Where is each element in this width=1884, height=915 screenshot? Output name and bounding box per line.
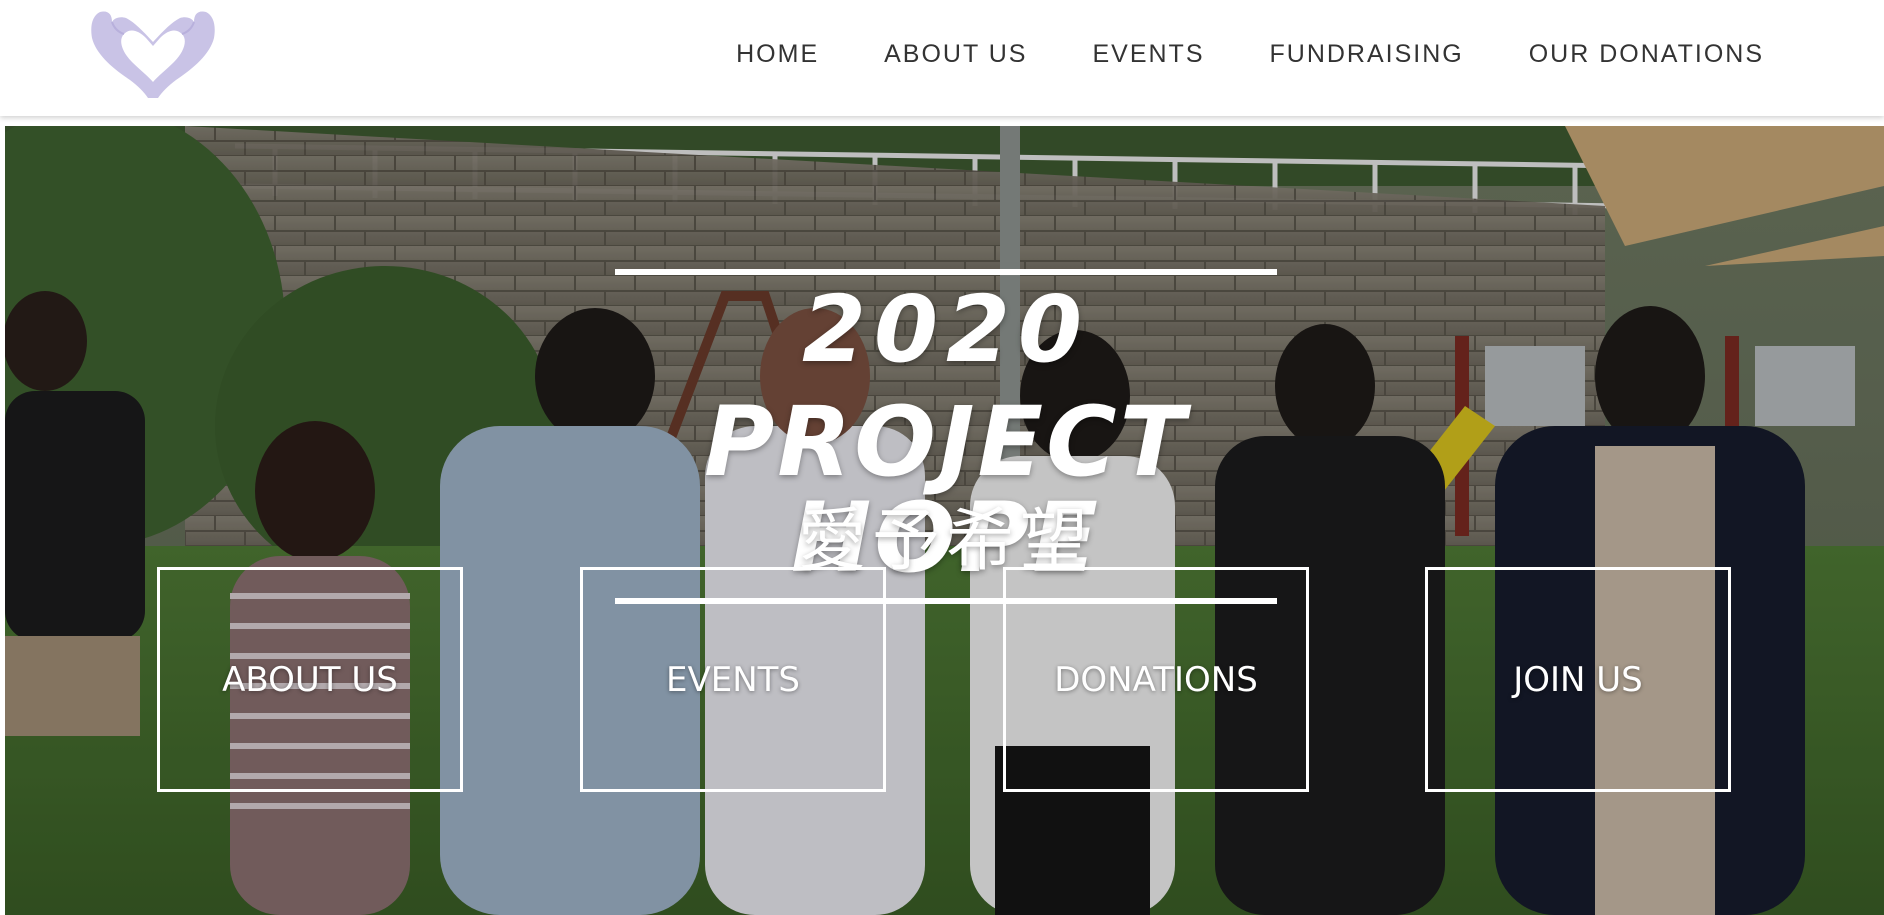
- title-rule-top: [615, 269, 1277, 275]
- site-header: HOME ABOUT US EVENTS FUNDRAISING OUR DON…: [0, 0, 1884, 116]
- nav-about-us[interactable]: ABOUT US: [884, 40, 1027, 69]
- hero-subtitle-chinese: 愛予希望: [797, 502, 1094, 581]
- heart-hands-logo[interactable]: [90, 8, 216, 100]
- hero-button-label: JOIN US: [1513, 659, 1643, 700]
- hero-title-block: 2020 PROJECT HOPE 愛予希望: [5, 126, 1884, 915]
- hero-banner: 2020 PROJECT HOPE 愛予希望 ABOUT US EVENTS D…: [5, 126, 1884, 915]
- heart-hands-icon: [91, 11, 215, 98]
- hero-button-label: EVENTS: [665, 659, 800, 700]
- hero-button-join-us[interactable]: JOIN US: [1425, 567, 1731, 792]
- hero-button-about-us[interactable]: ABOUT US: [157, 567, 463, 792]
- hero-button-donations[interactable]: DONATIONS: [1003, 567, 1309, 792]
- hero-year: 2020: [801, 276, 1091, 383]
- nav-events[interactable]: EVENTS: [1092, 40, 1204, 69]
- nav-fundraising[interactable]: FUNDRAISING: [1270, 40, 1464, 69]
- hero-button-label: DONATIONS: [1054, 659, 1258, 700]
- nav-our-donations[interactable]: OUR DONATIONS: [1529, 40, 1764, 69]
- main-nav: HOME ABOUT US EVENTS FUNDRAISING OUR DON…: [736, 0, 1764, 108]
- hero-button-label: ABOUT US: [222, 659, 398, 700]
- nav-home[interactable]: HOME: [736, 40, 819, 69]
- hero-button-events[interactable]: EVENTS: [580, 567, 886, 792]
